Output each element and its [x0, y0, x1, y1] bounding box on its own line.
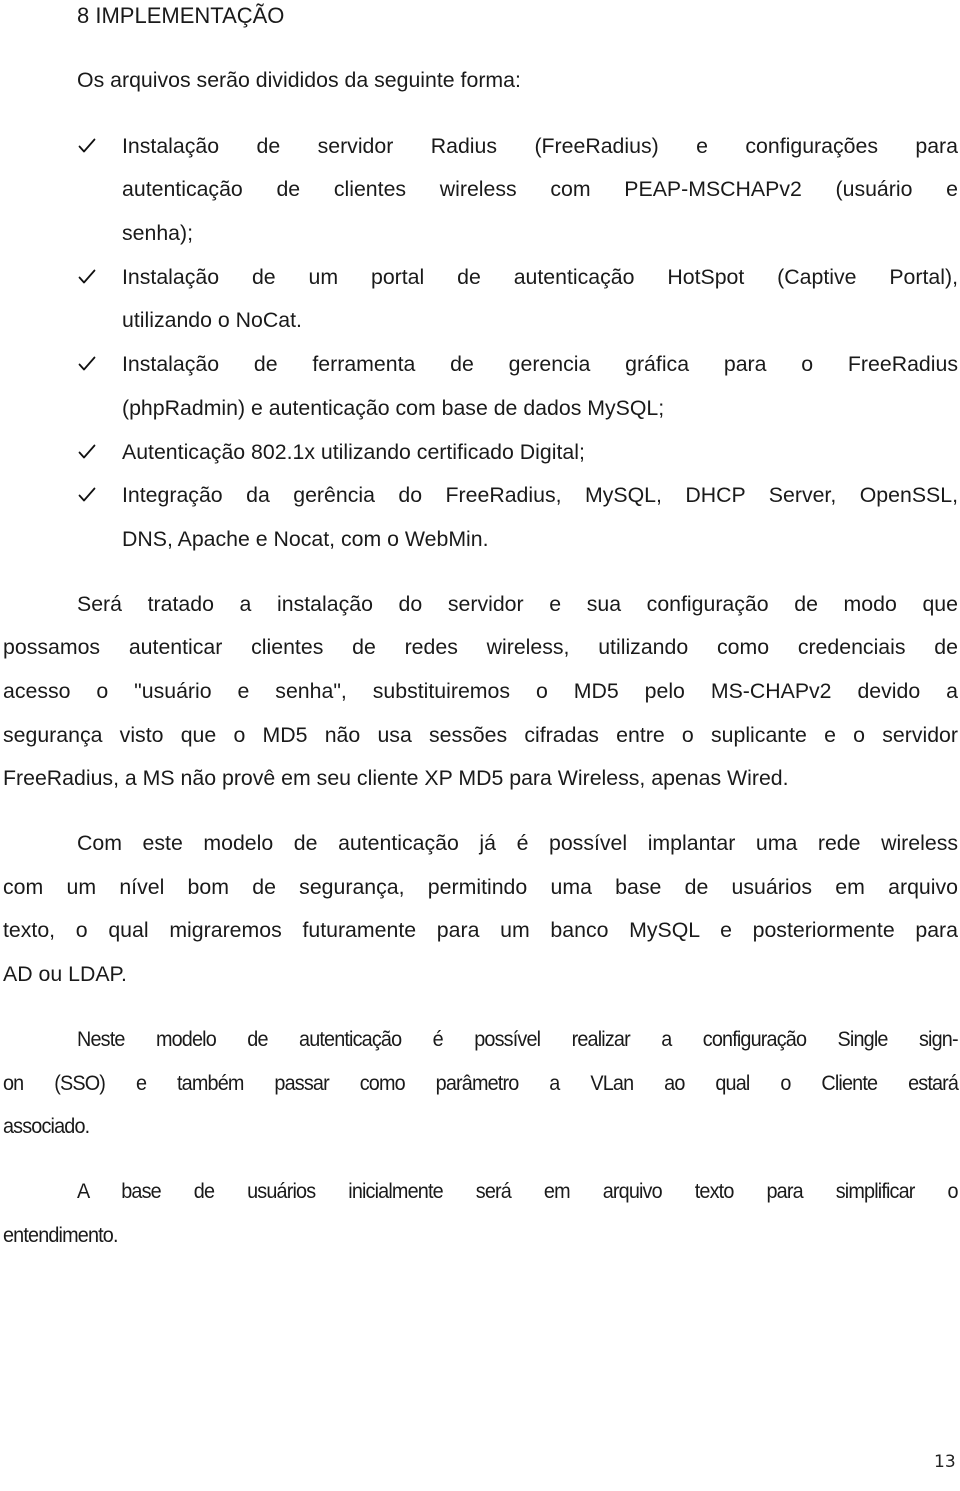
paragraph-line: AD ou LDAP.	[3, 962, 127, 986]
list-item-line: Integração da gerência do FreeRadius, My…	[122, 483, 958, 507]
checkmark-icon	[78, 487, 96, 503]
paragraph-line: A base de usuários inicialmente será em …	[77, 1179, 959, 1203]
paragraph-line: Com este modelo de autenticação já é pos…	[77, 831, 958, 855]
paragraph-line: possamos autenticar clientes de redes wi…	[3, 635, 958, 659]
list-item-line: utilizando o NoCat.	[122, 308, 302, 332]
checkmark-icon	[78, 356, 96, 372]
paragraph-line: associado.	[3, 1114, 90, 1138]
paragraph-line: texto, o qual migraremos futuramente par…	[3, 918, 958, 942]
paragraph-line: com um nível bom de segurança, permitind…	[3, 875, 958, 899]
list-item-line: senha);	[122, 221, 194, 245]
section-heading: 8 IMPLEMENTAÇÃO	[77, 3, 285, 28]
paragraph-line: Neste modelo de autenticação é possível …	[77, 1027, 959, 1051]
list-item-line: Instalação de ferramenta de gerencia grá…	[122, 352, 958, 376]
list-item-line: Autenticação 802.1x utilizando certifica…	[122, 440, 585, 464]
checkmark-icon	[78, 444, 96, 460]
paragraph-line: FreeRadius, a MS não provê em seu client…	[3, 766, 789, 790]
page-number: 13	[934, 1452, 956, 1472]
list-item-line: DNS, Apache e Nocat, com o WebMin.	[122, 527, 489, 551]
checkmark-icon	[78, 138, 96, 154]
paragraph-line: acesso o "usuário e senha", substituirem…	[3, 679, 958, 703]
paragraph-line: Será tratado a instalação do servidor e …	[77, 592, 958, 616]
list-item-line: autenticação de clientes wireless com PE…	[122, 177, 958, 201]
paragraph-line: entendimento.	[3, 1223, 118, 1247]
paragraph-line: segurança visto que o MD5 não usa sessõe…	[3, 723, 958, 747]
list-item-line: (phpRadmin) e autenticação com base de d…	[122, 396, 665, 420]
list-item-line: Instalação de um portal de autenticação …	[122, 265, 958, 289]
intro-text: Os arquivos serão divididos da seguinte …	[77, 68, 521, 92]
checkmark-icon	[78, 269, 96, 285]
paragraph-line: on (SSO) e também passar como parâmetro …	[3, 1071, 959, 1095]
list-item-line: Instalação de servidor Radius (FreeRadiu…	[122, 134, 958, 158]
